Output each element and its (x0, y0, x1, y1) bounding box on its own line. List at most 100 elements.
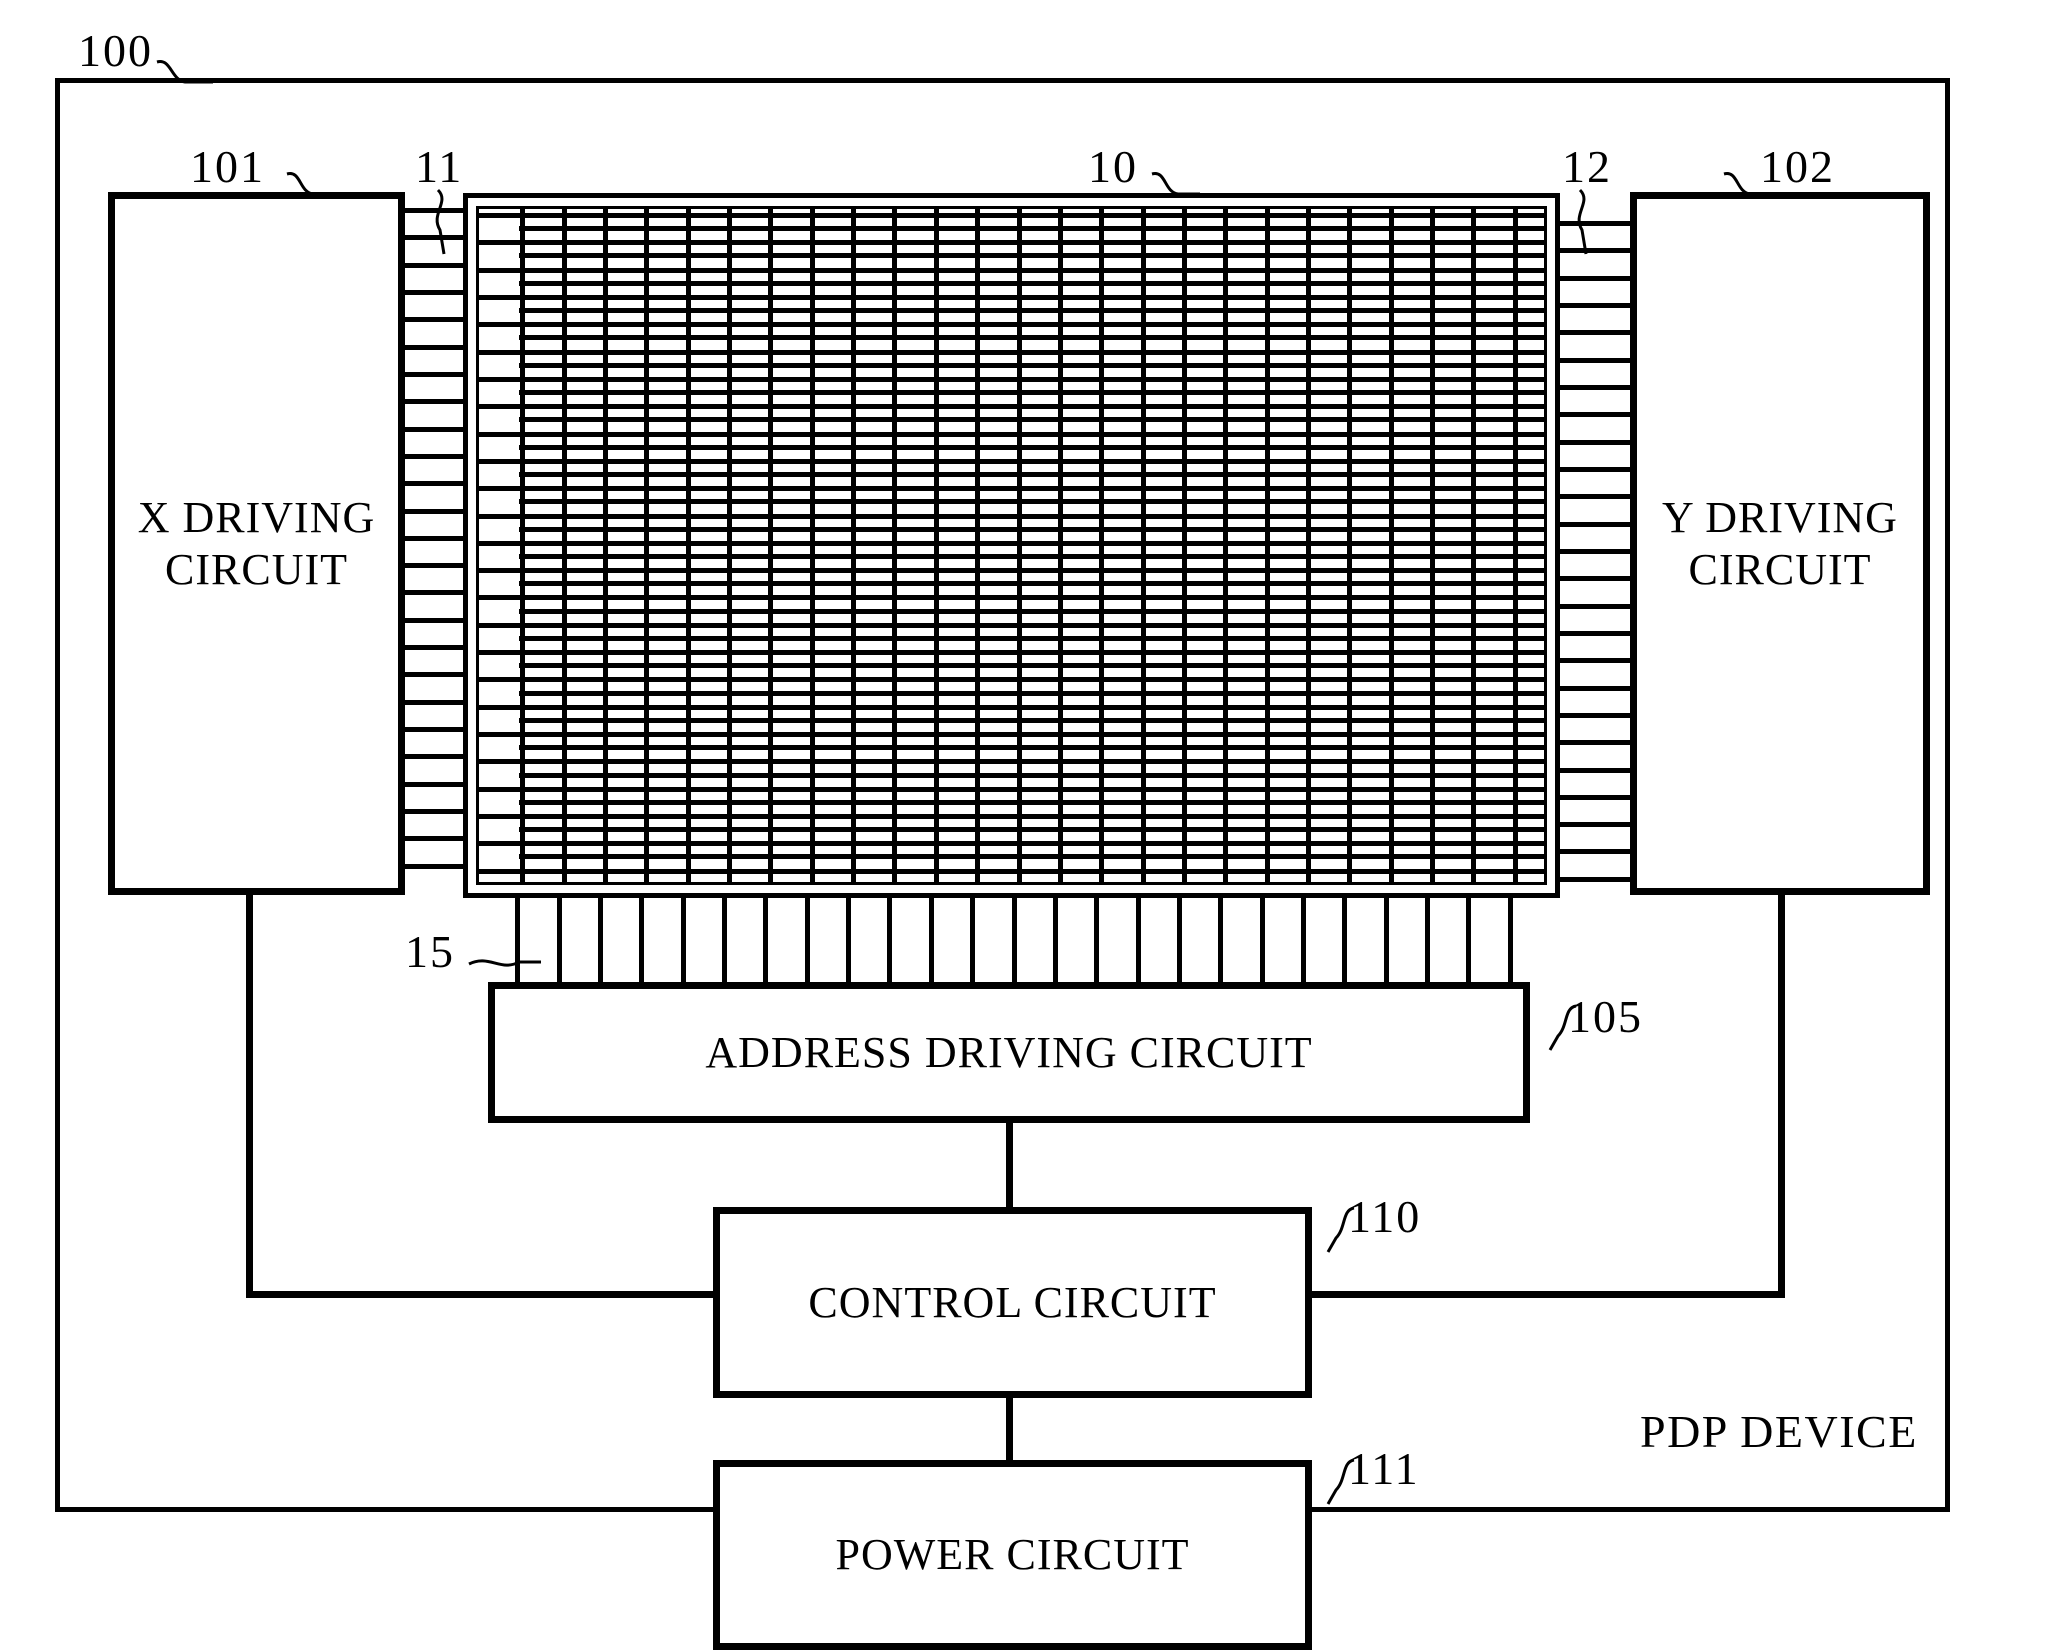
y-electrode-lead (1550, 385, 1634, 390)
y-electrode-lead (1550, 549, 1634, 554)
ref-100: 100 (78, 25, 153, 76)
wire-control-to-power (1006, 1398, 1013, 1460)
power-circuit-label: POWER CIRCUIT (835, 1530, 1190, 1580)
address-electrode (1513, 209, 1518, 882)
address-electrode-lead (1384, 888, 1389, 986)
sustain-electrode-x (479, 240, 1544, 245)
x-driving-circuit-label-line2: CIRCUIT (165, 544, 348, 594)
leader-101 (285, 168, 345, 208)
y-electrode-lead (1550, 849, 1634, 854)
y-electrode-lead (1550, 412, 1634, 417)
address-electrode-lead (763, 888, 768, 986)
control-circuit[interactable]: CONTROL CIRCUIT (713, 1207, 1312, 1398)
sustain-electrode-x (479, 869, 1544, 874)
leader-15 (467, 938, 547, 978)
y-electrode-lead (1550, 303, 1634, 308)
y-electrode-lead (1550, 713, 1634, 718)
y-electrode-lead (1550, 740, 1634, 745)
address-electrode (851, 209, 856, 882)
address-electrode-lead (1301, 888, 1306, 986)
sustain-electrode-x (479, 732, 1544, 737)
power-circuit[interactable]: POWER CIRCUIT (713, 1460, 1312, 1650)
address-electrode-lead (1342, 888, 1347, 986)
y-electrode-lead (1550, 522, 1634, 527)
leader-11 (428, 188, 468, 258)
leader-110 (1300, 1202, 1360, 1262)
y-electrode-lead (1550, 822, 1634, 827)
sustain-electrode-x (479, 568, 1544, 573)
address-electrode-lead (846, 888, 851, 986)
y-driving-circuit[interactable]: Y DRIVING CIRCUIT (1630, 192, 1930, 895)
y-electrode-lead (1550, 358, 1634, 363)
sustain-electrode-x (479, 650, 1544, 655)
leader-105 (1524, 1000, 1584, 1060)
address-driving-circuit-label: ADDRESS DRIVING CIRCUIT (705, 1027, 1313, 1077)
sustain-electrode-x (479, 787, 1544, 792)
y-electrode-lead (1550, 658, 1634, 663)
y-electrode-lead (1550, 795, 1634, 800)
sustain-electrode-x (479, 759, 1544, 764)
wire-x-driver-down (246, 895, 253, 1298)
sustain-electrode-x (479, 295, 1544, 300)
leader-111 (1300, 1454, 1360, 1514)
address-electrode-lead (557, 888, 562, 986)
address-electrode-lead (1136, 888, 1141, 986)
sustain-electrode-x (479, 268, 1544, 273)
address-electrode (1182, 209, 1187, 882)
address-electrode-lead (1218, 888, 1223, 986)
y-electrode-lead (1550, 330, 1634, 335)
address-electrode (686, 209, 691, 882)
sustain-electrode-x (479, 404, 1544, 409)
address-electrode-lead (639, 888, 644, 986)
address-electrode (520, 209, 525, 882)
wire-x-driver-to-control (246, 1291, 720, 1298)
figure-canvas: X DRIVING CIRCUIT Y DRIVING CIRCUIT ADDR… (0, 0, 2060, 1650)
y-electrode-lead (1550, 631, 1634, 636)
address-electrode (768, 209, 773, 882)
ref-15: 15 (405, 926, 455, 977)
y-electrode-lead (1550, 276, 1634, 281)
address-electrode-lead (1260, 888, 1265, 986)
address-electrode (562, 209, 567, 882)
address-electrode-lead (1094, 888, 1099, 986)
address-electrode (1017, 209, 1022, 882)
sustain-electrode-x (479, 705, 1544, 710)
control-circuit-label: CONTROL CIRCUIT (808, 1277, 1217, 1327)
y-driving-circuit-label-line1: Y DRIVING (1662, 492, 1898, 542)
x-driving-circuit[interactable]: X DRIVING CIRCUIT (108, 192, 405, 895)
y-electrode-lead (1550, 877, 1634, 882)
ref-10: 10 (1088, 141, 1138, 192)
address-electrode (1471, 209, 1476, 882)
sustain-electrode-x (479, 486, 1544, 491)
leader-100 (155, 52, 225, 92)
sustain-electrode-x (479, 514, 1544, 519)
y-electrode-lead (1550, 494, 1634, 499)
leader-12 (1570, 188, 1610, 258)
address-electrode-lead (1466, 888, 1471, 986)
sustain-electrode-x (479, 541, 1544, 546)
address-electrode (1430, 209, 1435, 882)
address-electrode-lead (929, 888, 934, 986)
address-electrode-lead (1053, 888, 1058, 986)
address-electrode-lead (681, 888, 686, 986)
panel-inner-border (476, 206, 1547, 885)
address-electrode (975, 209, 980, 882)
address-electrode (603, 209, 608, 882)
address-electrode (727, 209, 732, 882)
address-electrode-lead (887, 888, 892, 986)
y-driving-circuit-label-line2: CIRCUIT (1688, 544, 1872, 594)
sustain-electrode-x (479, 350, 1544, 355)
address-electrode (934, 209, 939, 882)
address-electrode (810, 209, 815, 882)
y-electrode-lead (1550, 440, 1634, 445)
address-driving-circuit[interactable]: ADDRESS DRIVING CIRCUIT (488, 982, 1530, 1123)
x-driving-circuit-label-line1: X DRIVING (137, 492, 376, 542)
address-electrode-lead (598, 888, 603, 986)
sustain-electrode-x (479, 814, 1544, 819)
y-electrode-lead (1550, 467, 1634, 472)
leader-10 (1150, 168, 1210, 208)
address-electrode (1099, 209, 1104, 882)
discharge-cell-grid (479, 209, 1544, 882)
address-electrode (892, 209, 897, 882)
address-electrode-lead (970, 888, 975, 986)
